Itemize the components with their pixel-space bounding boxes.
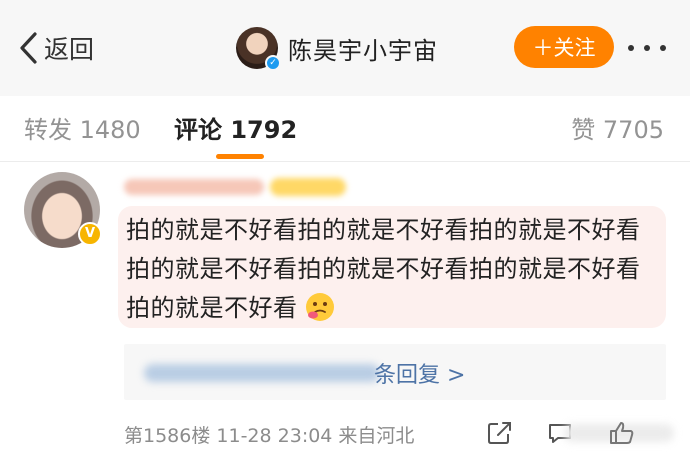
share-icon[interactable] xyxy=(486,420,514,446)
comment-text[interactable]: 拍的就是不好看拍的就是不好看拍的就是不好看拍的就是不好看拍的就是不好看拍的就是不… xyxy=(126,211,656,328)
avatar[interactable]: ✓ xyxy=(236,27,281,71)
commenter-name-redacted[interactable] xyxy=(124,176,348,198)
more-dots-icon[interactable] xyxy=(622,30,672,66)
commenter-avatar[interactable]: V xyxy=(24,172,102,248)
verified-badge-icon: ✓ xyxy=(265,55,281,71)
view-replies-link[interactable]: 条回复 > xyxy=(374,357,465,389)
dot xyxy=(628,45,634,51)
tab-reposts[interactable]: 转发 1480 xyxy=(24,110,141,145)
follow-button[interactable]: ＋关注 xyxy=(514,26,614,68)
like-icon[interactable] xyxy=(608,420,636,446)
account-title[interactable]: ✓ 陈昊宇小宇宙 xyxy=(236,24,438,72)
account-name[interactable]: 陈昊宇小宇宙 xyxy=(288,31,438,66)
back-label: 返回 xyxy=(44,35,95,64)
blurred-name xyxy=(124,179,264,195)
comment-body: 拍的就是不好看拍的就是不好看拍的就是不好看拍的就是不好看拍的就是不好看拍的就是不… xyxy=(126,216,641,322)
blurred-badge xyxy=(270,178,346,196)
tab-bar: 转发 1480 评论 1792 赞 7705 xyxy=(0,96,690,162)
verified-badge-icon: V xyxy=(78,222,102,246)
blurred-reply-preview xyxy=(144,364,380,382)
dot xyxy=(644,45,650,51)
chevron-left-icon xyxy=(18,31,38,65)
comment-meta: 第1586楼 11-28 23:04 来自河北 xyxy=(124,425,415,447)
thinking-face-emoji-icon xyxy=(304,291,336,323)
tab-comments[interactable]: 评论 1792 xyxy=(174,110,297,145)
back-button[interactable]: 返回 xyxy=(18,28,94,68)
active-tab-indicator xyxy=(216,154,264,159)
top-nav-bar: 返回 ✓ 陈昊宇小宇宙 ＋关注 xyxy=(0,0,690,96)
dot xyxy=(660,45,666,51)
tab-likes[interactable]: 赞 7705 xyxy=(571,110,664,145)
